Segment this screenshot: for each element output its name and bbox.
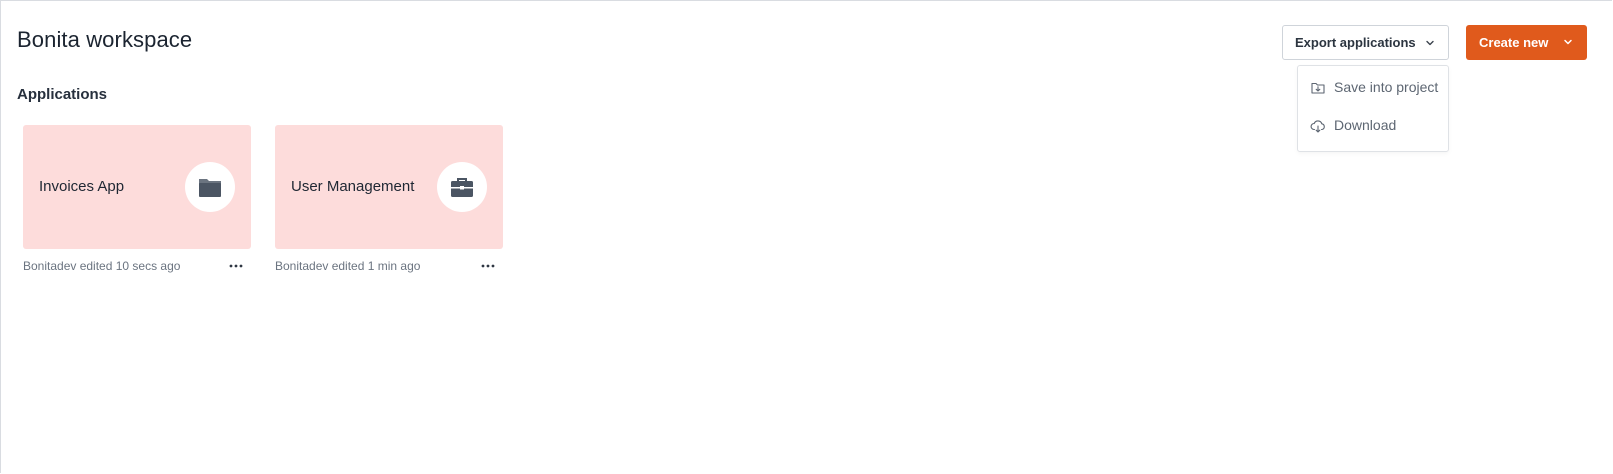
export-applications-button[interactable]: Export applications <box>1282 25 1449 60</box>
application-name: Invoices App <box>39 178 125 195</box>
folder-icon <box>199 179 221 197</box>
save-into-project-icon <box>1311 82 1325 94</box>
export-applications-label: Export applications <box>1295 35 1416 50</box>
more-options-icon[interactable] <box>478 258 498 274</box>
menu-item-save-into-project[interactable]: Save into project <box>1298 72 1448 102</box>
more-options-icon[interactable] <box>226 258 246 274</box>
application-edited-meta: Bonitadev edited 10 secs ago <box>23 259 181 273</box>
application-name: User Management <box>291 178 415 195</box>
application-card-user-management[interactable]: User Management <box>275 125 503 249</box>
menu-item-download[interactable]: Download <box>1298 110 1448 140</box>
application-icon-badge <box>185 162 235 212</box>
application-card-invoices-app[interactable]: Invoices App <box>23 125 251 249</box>
briefcase-icon <box>451 178 473 197</box>
create-new-button[interactable]: Create new <box>1466 25 1587 60</box>
export-applications-menu: Save into project Download <box>1297 65 1449 152</box>
create-new-label: Create new <box>1479 35 1549 50</box>
menu-item-label: Download <box>1334 117 1397 133</box>
cloud-download-icon <box>1310 120 1325 133</box>
chevron-down-icon <box>1426 40 1434 46</box>
application-edited-meta: Bonitadev edited 1 min ago <box>275 259 421 273</box>
application-icon-badge <box>437 162 487 212</box>
applications-heading: Applications <box>17 86 108 103</box>
page-title: Bonita workspace <box>17 27 193 52</box>
menu-item-label: Save into project <box>1334 79 1439 95</box>
chevron-down-icon <box>1564 39 1572 45</box>
